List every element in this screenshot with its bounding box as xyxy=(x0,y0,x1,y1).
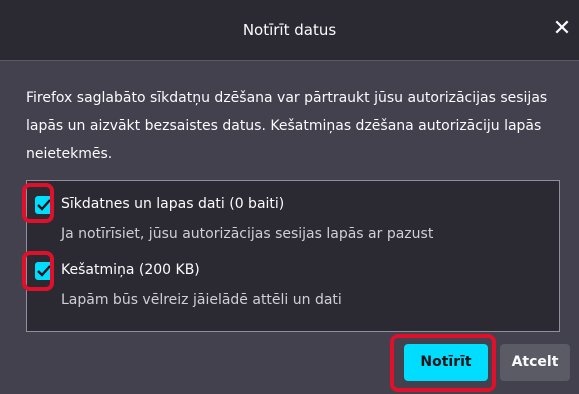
dialog-description: Firefox saglabāto sīkdatņu dzēšana var p… xyxy=(26,90,548,162)
cache-label: Kešatmiņa (200 KB) xyxy=(61,262,200,278)
close-icon[interactable]: ✕ xyxy=(549,16,575,42)
cache-description: Lapām būs vēlreiz jāielādē attēli un dat… xyxy=(61,292,342,308)
highlight-clear-button xyxy=(390,334,496,392)
dialog-title: Notīrīt datus xyxy=(242,21,337,39)
options-box: Sīkdatnes un lapas dati (0 baiti) Ja not… xyxy=(26,180,560,332)
cookies-description: Ja notīrīsiet, jūsu autorizācijas sesija… xyxy=(61,226,434,242)
cookies-label: Sīkdatnes un lapas dati (0 baiti) xyxy=(61,196,285,212)
clear-data-dialog: Notīrīt datus ✕ Firefox saglabāto sīkdat… xyxy=(0,0,579,394)
highlight-cookies-checkbox xyxy=(22,183,54,223)
highlight-cache-checkbox xyxy=(22,251,54,291)
dialog-titlebar: Notīrīt datus ✕ xyxy=(0,0,579,61)
cancel-button[interactable]: Atcelt xyxy=(500,344,570,381)
